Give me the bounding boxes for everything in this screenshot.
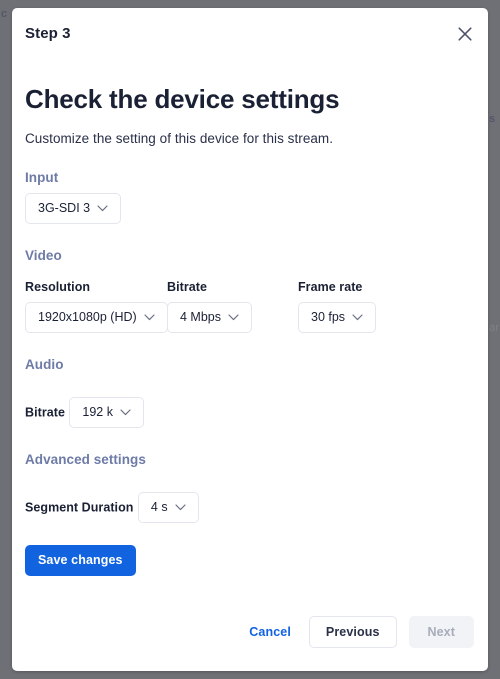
page-title: Check the device settings bbox=[25, 84, 340, 114]
cancel-button[interactable]: Cancel bbox=[243, 619, 297, 645]
video-framerate-value: 30 fps bbox=[311, 310, 346, 325]
video-bitrate-field: Bitrate 4 Mbps bbox=[167, 280, 298, 333]
video-bitrate-select[interactable]: 4 Mbps bbox=[167, 301, 252, 333]
segment-duration-label: Segment Duration bbox=[25, 500, 134, 515]
chevron-down-icon bbox=[120, 405, 131, 419]
audio-bitrate-select[interactable]: 192 k bbox=[69, 396, 144, 428]
close-dialog-button[interactable] bbox=[452, 21, 478, 47]
audio-bitrate-label: Bitrate bbox=[25, 405, 65, 420]
dialog-header: Step 3 bbox=[12, 8, 488, 61]
step-indicator: Step 3 bbox=[25, 25, 71, 42]
previous-button[interactable]: Previous bbox=[308, 615, 397, 648]
segment-duration-select[interactable]: 4 s bbox=[137, 491, 199, 523]
section-heading-video: Video bbox=[25, 247, 62, 263]
dialog-footer: Cancel Previous Next bbox=[12, 605, 488, 671]
segment-duration-field: Segment Duration 4 s bbox=[25, 484, 475, 523]
audio-bitrate-field: Bitrate 192 k bbox=[25, 389, 475, 428]
background-text-fragment-right-lower: ar bbox=[489, 322, 499, 334]
chevron-down-icon bbox=[228, 310, 239, 324]
chevron-down-icon bbox=[174, 500, 186, 514]
chevron-down-icon bbox=[352, 310, 363, 324]
next-button: Next bbox=[408, 615, 474, 648]
save-changes-button[interactable]: Save changes bbox=[25, 544, 136, 576]
video-resolution-value: 1920x1080p (HD) bbox=[38, 310, 137, 325]
audio-bitrate-value: 192 k bbox=[82, 405, 113, 420]
video-bitrate-label: Bitrate bbox=[167, 279, 207, 294]
video-framerate-field: Frame rate 30 fps bbox=[298, 280, 398, 333]
video-resolution-select[interactable]: 1920x1080p (HD) bbox=[25, 301, 168, 333]
segment-duration-value: 4 s bbox=[150, 500, 168, 515]
section-heading-input: Input bbox=[25, 169, 59, 185]
video-framerate-select[interactable]: 30 fps bbox=[298, 301, 377, 333]
background-text-fragment-right: s bbox=[489, 113, 496, 125]
video-resolution-label: Resolution bbox=[25, 279, 91, 294]
chevron-down-icon bbox=[144, 310, 155, 324]
input-source-select[interactable]: 3G-SDI 3 bbox=[25, 192, 122, 224]
section-heading-audio: Audio bbox=[25, 356, 64, 372]
chevron-down-icon bbox=[97, 201, 108, 215]
device-settings-dialog: Step 3 Check the device settings Customi… bbox=[12, 8, 488, 671]
dialog-body: Check the device settings Customize the … bbox=[12, 85, 488, 576]
close-icon bbox=[458, 27, 472, 41]
video-resolution-field: Resolution 1920x1080p (HD) bbox=[25, 279, 168, 333]
background-text-fragment-left: c bbox=[1, 8, 8, 20]
video-framerate-label: Frame rate bbox=[298, 279, 363, 294]
page-subtitle: Customize the setting of this device for… bbox=[25, 130, 334, 146]
video-fields-row: Resolution 1920x1080p (HD) Bitrate 4 Mbp… bbox=[25, 280, 475, 333]
section-heading-advanced-settings: Advanced settings bbox=[25, 451, 146, 467]
input-source-value: 3G-SDI 3 bbox=[38, 201, 91, 216]
video-bitrate-value: 4 Mbps bbox=[180, 310, 221, 325]
